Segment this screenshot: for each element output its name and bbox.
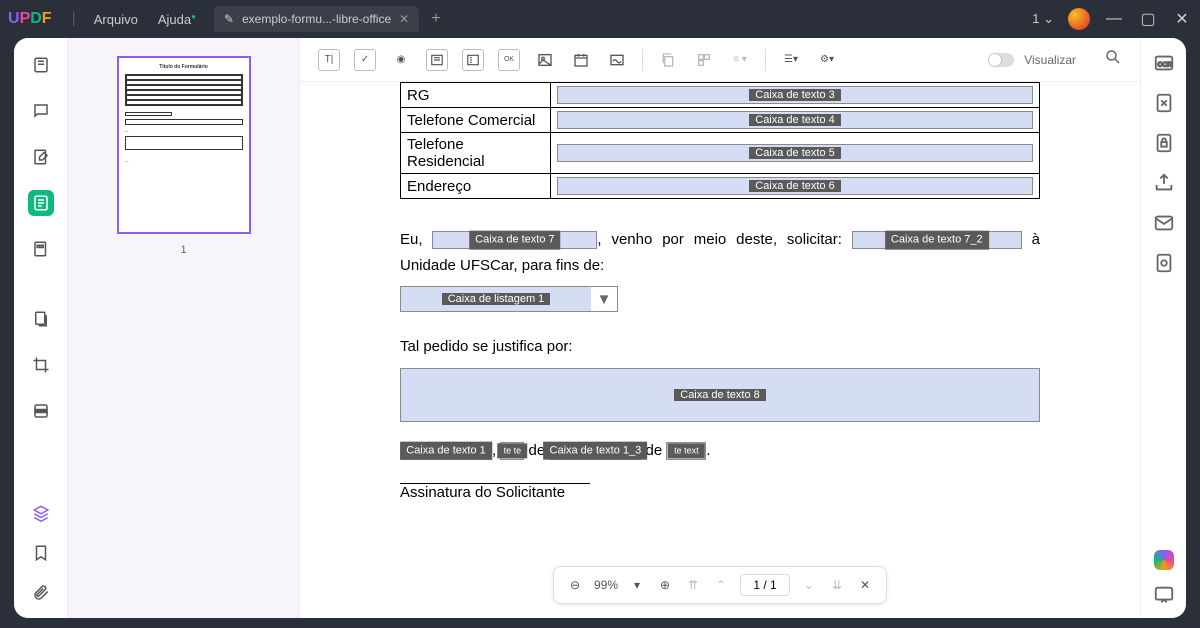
document-tab[interactable]: ✎ exemplo-formu...-libre-office ✕ xyxy=(214,6,419,32)
menu-help[interactable]: Ajuda● xyxy=(148,8,206,31)
layers-icon[interactable] xyxy=(28,500,54,526)
field-local[interactable]: Caixa de texto 1 xyxy=(400,442,492,460)
field-dia[interactable]: te te xyxy=(500,442,524,460)
date-tool-icon[interactable] xyxy=(570,49,592,71)
user-avatar[interactable] xyxy=(1068,8,1090,30)
signature-tool-icon[interactable] xyxy=(606,49,628,71)
close-pagebar-icon[interactable]: ✕ xyxy=(856,576,874,594)
search-icon[interactable] xyxy=(1104,48,1122,71)
zoom-in-icon[interactable]: ⊕ xyxy=(656,576,674,594)
form-toolbar: T| ✓ ◉ OK ≡ ▾ ☰▾ ⚙▾ Visualizar xyxy=(300,38,1140,82)
next-page-icon[interactable]: ⌄ xyxy=(800,576,818,594)
crop-icon[interactable] xyxy=(28,352,54,378)
ai-assistant-icon[interactable] xyxy=(1154,550,1174,570)
tools-icon[interactable]: ⚙▾ xyxy=(816,49,838,71)
tab-label: exemplo-formu...-libre-office xyxy=(242,12,391,26)
field-ano[interactable]: te text xyxy=(666,442,706,460)
preview-label: Visualizar xyxy=(1024,53,1076,67)
page-input[interactable] xyxy=(740,574,790,596)
field-endereco[interactable]: Caixa de texto 6 xyxy=(557,177,1033,195)
field-rg[interactable]: Caixa de texto 3 xyxy=(557,86,1033,104)
minimize-button[interactable]: — xyxy=(1104,10,1124,28)
signature-label: Assinatura do Solicitante xyxy=(400,484,1040,501)
list-arrange-icon[interactable]: ☰▾ xyxy=(780,49,802,71)
duplicate-tool-icon[interactable] xyxy=(693,49,715,71)
counter-badge[interactable]: 1 ⌄ xyxy=(1032,11,1054,27)
ocr-icon[interactable]: OCR xyxy=(1153,52,1175,74)
label-rg: RG xyxy=(401,83,551,108)
zoom-level[interactable]: 99% xyxy=(594,578,618,592)
label-endereco: Endereço xyxy=(401,174,551,199)
bookmark-icon[interactable] xyxy=(28,540,54,566)
svg-text:OCR: OCR xyxy=(1157,62,1172,69)
button-tool-icon[interactable]: OK xyxy=(498,49,520,71)
chevron-down-icon: ▼ xyxy=(591,291,617,308)
compress-icon[interactable] xyxy=(1153,92,1175,114)
form-mode-icon[interactable] xyxy=(28,190,54,216)
share-icon[interactable] xyxy=(1153,172,1175,194)
prev-page-icon[interactable]: ⌃ xyxy=(712,576,730,594)
redact-icon[interactable] xyxy=(28,398,54,424)
dropdown-tool-icon[interactable] xyxy=(426,49,448,71)
tab-close-icon[interactable]: ✕ xyxy=(399,12,409,26)
attachment-icon[interactable] xyxy=(28,580,54,606)
text-field-tool-icon[interactable]: T| xyxy=(318,49,340,71)
align-tool-icon[interactable]: ≡ ▾ xyxy=(729,49,751,71)
field-mes[interactable]: Caixa de texto 1_3 xyxy=(549,442,641,460)
checkbox-tool-icon[interactable]: ✓ xyxy=(354,49,376,71)
reader-icon[interactable] xyxy=(28,52,54,78)
form-table: RG Caixa de texto 3 Telefone Comercial Cai… xyxy=(400,82,1040,199)
new-tab-button[interactable]: + xyxy=(431,10,440,28)
label-justifica: Tal pedido se justifica por: xyxy=(400,334,1040,360)
comment-icon[interactable] xyxy=(28,98,54,124)
radio-tool-icon[interactable]: ◉ xyxy=(390,49,412,71)
page-navigation-bar: ⊖ 99% ▾ ⊕ ⇈ ⌃ ⌄ ⇊ ✕ xyxy=(553,566,887,604)
protect-icon[interactable] xyxy=(1153,132,1175,154)
field-justificativa[interactable]: Caixa de texto 8 xyxy=(400,368,1040,422)
field-nome[interactable]: Caixa de texto 7 xyxy=(432,231,597,249)
field-tel-com[interactable]: Caixa de texto 4 xyxy=(557,111,1033,129)
field-tel-res[interactable]: Caixa de texto 5 xyxy=(557,144,1033,162)
email-icon[interactable] xyxy=(1153,212,1175,234)
thumbnail-panel: Título do Formulário — — 1 xyxy=(68,38,300,618)
menu-file[interactable]: Arquivo xyxy=(84,8,148,31)
date-line: Caixa de texto 1, te te de Caixa de text… xyxy=(400,438,1040,464)
maximize-button[interactable]: ▢ xyxy=(1138,9,1158,29)
copy-tool-icon[interactable] xyxy=(657,49,679,71)
organize-icon[interactable] xyxy=(28,236,54,262)
last-page-icon[interactable]: ⇊ xyxy=(828,576,846,594)
first-page-icon[interactable]: ⇈ xyxy=(684,576,702,594)
image-tool-icon[interactable] xyxy=(534,49,556,71)
zoom-out-icon[interactable]: ⊖ xyxy=(566,576,584,594)
left-sidebar xyxy=(14,38,68,618)
pages-icon[interactable] xyxy=(28,306,54,332)
page-thumbnail[interactable]: Título do Formulário — — xyxy=(117,56,251,234)
paragraph-request: Eu, Caixa de texto 7, venho por meio des… xyxy=(400,227,1040,278)
print-icon[interactable] xyxy=(1153,252,1175,274)
tab-pencil-icon: ✎ xyxy=(224,12,234,26)
edit-icon[interactable] xyxy=(28,144,54,170)
close-window-button[interactable]: ✕ xyxy=(1172,9,1192,29)
right-sidebar: OCR xyxy=(1140,38,1186,618)
listbox-tool-icon[interactable] xyxy=(462,49,484,71)
field-solicitar[interactable]: Caixa de texto 7_2 xyxy=(852,231,1022,249)
label-tel-res: Telefone Residencial xyxy=(401,133,551,174)
listbox-fins[interactable]: Caixa de listagem 1 ▼ xyxy=(400,286,618,312)
label-tel-com: Telefone Comercial xyxy=(401,108,551,133)
preview-toggle[interactable] xyxy=(988,53,1014,67)
chat-icon[interactable] xyxy=(1153,584,1175,606)
zoom-dropdown-icon[interactable]: ▾ xyxy=(628,576,646,594)
app-logo: UPDF xyxy=(8,10,52,28)
thumbnail-page-number: 1 xyxy=(82,244,285,256)
